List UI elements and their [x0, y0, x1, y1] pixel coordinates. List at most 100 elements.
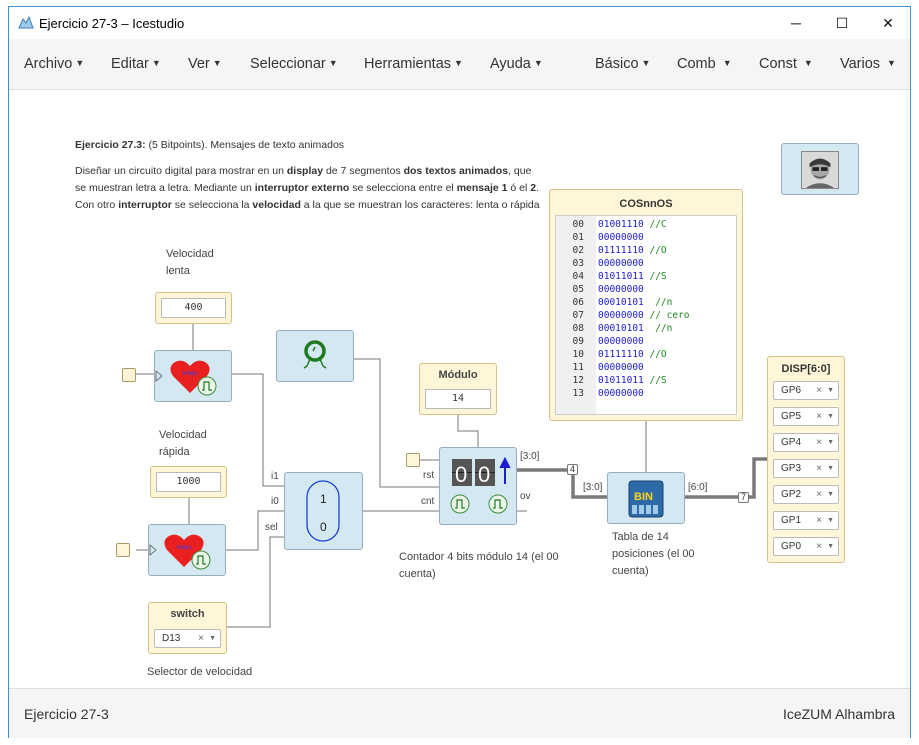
design-canvas[interactable]: Ejercicio 27.3: (5 Bitpoints). Mensajes … — [9, 91, 910, 688]
clear-icon[interactable]: × — [816, 382, 822, 399]
display-pin-select-gp1[interactable]: GP1 × ▼ — [773, 511, 839, 530]
clear-icon[interactable]: × — [816, 512, 822, 529]
rom-line-number: 12 — [572, 375, 584, 386]
switch-caption: Selector de velocidad — [147, 666, 253, 678]
menu-archivo[interactable]: Archivo ▼ — [24, 56, 84, 72]
status-project-name: Ejercicio 27-3 — [24, 706, 109, 722]
menu-ver[interactable]: Ver ▼ — [188, 56, 222, 72]
menu-editar[interactable]: Editar ▼ — [111, 56, 161, 72]
maximize-button[interactable]: ☐ — [819, 7, 865, 39]
rom-memory-editor[interactable]: COSnnOS 00 01001110 //C 01 00000000 02 011111… — [549, 189, 743, 421]
chevron-down-icon[interactable]: ▼ — [827, 434, 834, 451]
chevron-down-icon[interactable]: ▼ — [827, 460, 834, 477]
chevron-down-icon[interactable]: ▼ — [209, 630, 216, 647]
rom-line: 03 00000000 — [556, 257, 644, 270]
rom-line-number: 11 — [572, 362, 584, 373]
chevron-down-icon[interactable]: ▼ — [827, 512, 834, 529]
multiplexer-2to1-block[interactable]: 1 0 — [284, 472, 363, 550]
chevron-down-icon[interactable]: ▼ — [827, 486, 834, 503]
menu-comb[interactable]: Comb ▼ — [677, 56, 732, 72]
pulse-generator-block[interactable] — [276, 330, 354, 382]
switch-pin-value: D13 — [162, 633, 181, 644]
caret-down-icon: ▼ — [533, 58, 543, 68]
rom-line-value: 00000000 — [598, 232, 644, 243]
menu-seleccionar[interactable]: Seleccionar ▼ — [250, 56, 338, 72]
rom-line: 00 01001110 //C — [556, 218, 667, 231]
loop-pulse-icon — [303, 340, 327, 369]
counter-block[interactable]: 0 0 — [439, 447, 517, 525]
label-text: rápida — [159, 446, 190, 458]
rom-line-number: 04 — [572, 271, 584, 282]
switch-pin-select[interactable]: D13 × ▼ — [154, 629, 221, 648]
rom-line-number: 05 — [572, 284, 584, 295]
menu-varios[interactable]: Varios ▼ — [840, 56, 896, 72]
clear-icon[interactable]: × — [816, 408, 822, 425]
display-output-block[interactable]: DISP[6:0] GP6 × ▼ GP5 × ▼ GP4 × ▼ GP3 × ▼ GP2 × ▼ GP1 × ▼… — [767, 356, 845, 563]
minimize-button[interactable]: ─ — [773, 7, 819, 39]
switch-input-block[interactable]: switch D13 × ▼ — [148, 602, 227, 654]
menu-label: Comb — [677, 56, 716, 72]
rom-line: 07 00000000 // cero — [556, 309, 690, 322]
heartbeat-block-fast[interactable]: mass — [148, 524, 226, 576]
reset-input-pin[interactable] — [406, 453, 420, 467]
pin-value: GP5 — [781, 411, 802, 422]
fast-speed-value[interactable]: 1000 — [156, 472, 221, 492]
display-pin-select-gp6[interactable]: GP6 × ▼ — [773, 381, 839, 400]
menu-ayuda[interactable]: Ayuda ▼ — [490, 56, 543, 72]
clear-icon[interactable]: × — [198, 630, 204, 647]
modulo-label: Módulo — [438, 369, 478, 381]
menu-const[interactable]: Const ▼ — [759, 56, 813, 72]
rom-line-value: 00010101 — [598, 323, 644, 334]
display-pin-select-gp2[interactable]: GP2 × ▼ — [773, 485, 839, 504]
caret-down-icon: ▼ — [722, 58, 732, 68]
display-pin-select-gp4[interactable]: GP4 × ▼ — [773, 433, 839, 452]
input-pin-1[interactable] — [122, 368, 136, 382]
close-button[interactable]: ✕ — [865, 7, 911, 39]
display-pin-select-gp3[interactable]: GP3 × ▼ — [773, 459, 839, 478]
caret-down-icon: ▼ — [75, 58, 85, 68]
counter-port-ov: ov — [520, 491, 531, 502]
rom-line-value: 01111110 — [598, 245, 644, 256]
heartbeat-block-slow[interactable]: mass — [154, 350, 232, 402]
rom-line: 11 00000000 — [556, 361, 644, 374]
pin-value: GP3 — [781, 463, 802, 474]
modulo-value[interactable]: 14 — [425, 389, 491, 409]
display-pin-select-gp0[interactable]: GP0 × ▼ — [773, 537, 839, 556]
rom-block[interactable]: BIN — [607, 472, 685, 524]
fast-speed-constant[interactable]: 1000 — [150, 466, 227, 498]
rom-line: 08 00010101 //n — [556, 322, 673, 335]
rom-line-value: 01011011 — [598, 271, 644, 282]
modulo-constant[interactable]: Módulo 14 — [419, 363, 497, 415]
chevron-down-icon[interactable]: ▼ — [827, 382, 834, 399]
caret-down-icon: ▼ — [887, 58, 896, 68]
status-board-name[interactable]: IceZUM Alhambra — [783, 706, 895, 722]
rom-line-comment: //n — [643, 297, 673, 308]
clear-icon[interactable]: × — [816, 538, 822, 555]
clear-icon[interactable]: × — [816, 486, 822, 503]
counter-port-rst: rst — [423, 470, 435, 481]
slow-speed-value[interactable]: 400 — [161, 298, 226, 318]
chevron-down-icon[interactable]: ▼ — [827, 538, 834, 555]
caret-down-icon: ▼ — [328, 58, 338, 68]
label-text: lenta — [166, 265, 190, 277]
display-pin-select-gp5[interactable]: GP5 × ▼ — [773, 407, 839, 426]
menu-label: Básico — [595, 56, 639, 72]
app-window: Ejercicio 27-3 – Icestudio ─ ☐ ✕ Archivo… — [8, 6, 911, 738]
mux-port-i1: i1 — [271, 471, 279, 482]
clear-icon[interactable]: × — [816, 434, 822, 451]
menu-bar: Archivo ▼ Editar ▼ Ver ▼ Seleccionar ▼ Herra… — [9, 39, 910, 90]
input-pin-2[interactable] — [116, 543, 130, 557]
slow-speed-constant[interactable]: 400 — [155, 292, 232, 324]
rom-line-value: 01111110 — [598, 349, 644, 360]
menu-basico[interactable]: Básico ▼ — [595, 56, 650, 72]
menu-herramientas[interactable]: Herramientas ▼ — [364, 56, 463, 72]
rom-line-number: 07 — [572, 310, 584, 321]
rom-code-editor[interactable]: 00 01001110 //C 01 00000000 02 01111110 //O 03… — [555, 215, 737, 415]
chevron-down-icon[interactable]: ▼ — [827, 408, 834, 425]
clear-icon[interactable]: × — [816, 460, 822, 477]
mux-port-i0: i0 — [271, 496, 279, 507]
rom-line: 12 01011011 //S — [556, 374, 667, 387]
rom-line-comment: //S — [643, 375, 667, 386]
mux-input-1: 1 — [320, 492, 327, 506]
pin-value: GP6 — [781, 385, 802, 396]
